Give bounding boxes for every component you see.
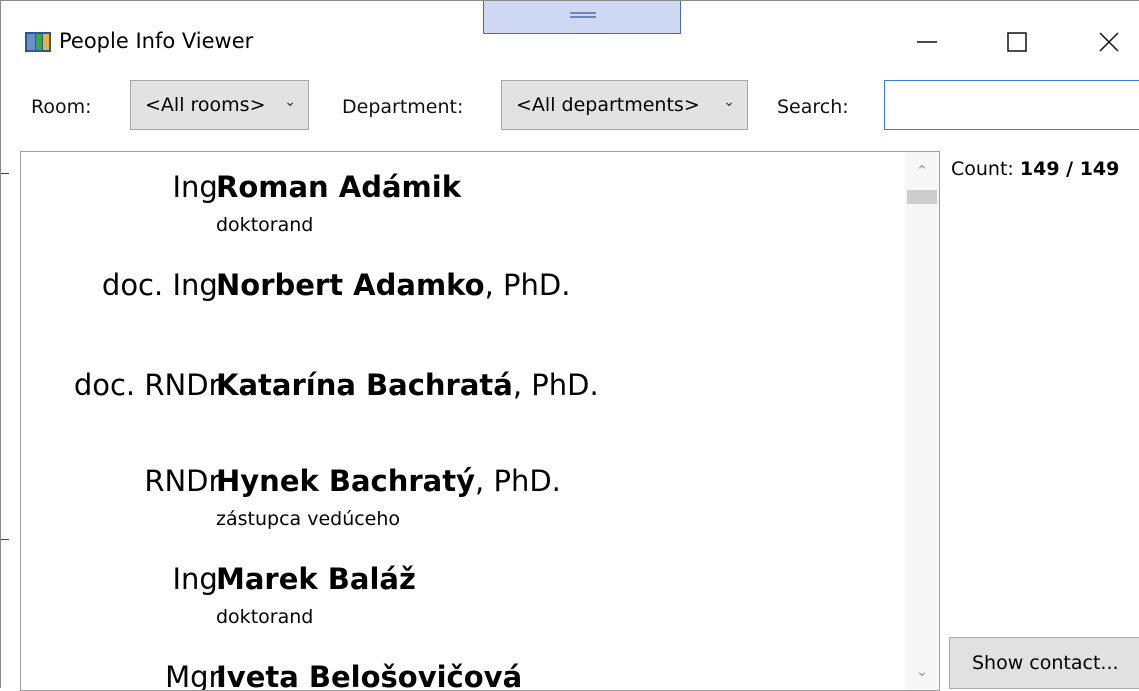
window-title: People Info Viewer (59, 29, 254, 53)
title-suffix: , PhD. (475, 464, 561, 498)
person-name: Hynek Bachratý, PhD. (216, 464, 561, 498)
person-name: Roman Adámik (216, 170, 461, 204)
show-contact-button[interactable]: Show contact... (949, 637, 1139, 689)
maximize-icon (1007, 32, 1027, 52)
count-label: Count: (951, 158, 1014, 180)
app-window-icon (25, 32, 51, 52)
person-name: Marek Baláž (216, 562, 416, 596)
app-window: People Info Viewer Room: <All rooms> ⌄ D… (0, 0, 1139, 691)
title-prefix: doc. RNDr. (73, 368, 227, 402)
left-edge-mark (1, 539, 9, 540)
maximize-button[interactable] (987, 19, 1047, 65)
grip-line (570, 12, 596, 14)
title-suffix: , PhD. (484, 268, 571, 302)
title-suffix: , PhD. (512, 368, 599, 402)
person-name: Katarína Bachratá, PhD. (216, 368, 599, 402)
left-edge-mark (1, 173, 9, 174)
person-role: doktorand (216, 214, 314, 236)
department-dropdown-value: <All departments> (516, 94, 700, 116)
person-name-bold: Roman Adámik (216, 170, 461, 204)
title-prefix: doc. Ing. (101, 268, 227, 302)
room-dropdown-value: <All rooms> (145, 94, 266, 116)
person-name: Norbert Adamko, PhD. (216, 268, 570, 302)
scroll-down-icon[interactable]: ⌄ (905, 662, 939, 680)
person-role: doktorand (216, 606, 314, 628)
person-name-bold: Katarína Bachratá (216, 368, 513, 402)
drag-handle[interactable] (483, 1, 681, 34)
chevron-down-icon: ⌄ (284, 94, 296, 110)
person-name-bold: Marek Baláž (216, 562, 416, 596)
search-input[interactable] (884, 80, 1139, 130)
people-list[interactable]: Ing. Roman Adámik doktorand doc. Ing. No… (20, 151, 940, 691)
person-name-bold: Norbert Adamko (216, 268, 485, 302)
chevron-down-icon: ⌄ (723, 94, 735, 110)
count-display: Count: 149 / 149 (951, 158, 1119, 180)
count-value: 149 / 149 (1019, 158, 1120, 180)
grip-line (570, 16, 596, 18)
minimize-button[interactable] (897, 19, 957, 65)
title-prefix: RNDr. (144, 464, 227, 498)
person-name-bold: Iveta Belošovičová (216, 660, 523, 691)
department-dropdown[interactable]: <All departments> ⌄ (501, 80, 748, 130)
search-label: Search: (777, 96, 849, 118)
person-name-bold: Hynek Bachratý (216, 464, 476, 498)
vertical-scrollbar[interactable]: ⌃ ⌄ (905, 152, 939, 690)
scroll-up-icon[interactable]: ⌃ (905, 162, 939, 180)
department-label: Department: (342, 96, 464, 118)
room-dropdown[interactable]: <All rooms> ⌄ (130, 80, 309, 130)
scrollbar-thumb[interactable] (907, 190, 937, 204)
person-name: Iveta Belošovičová (216, 660, 523, 691)
minimize-icon (917, 41, 937, 43)
person-role: zástupca vedúceho (216, 508, 401, 530)
room-label: Room: (31, 96, 92, 118)
close-button[interactable] (1079, 19, 1139, 65)
close-icon (1099, 32, 1119, 52)
